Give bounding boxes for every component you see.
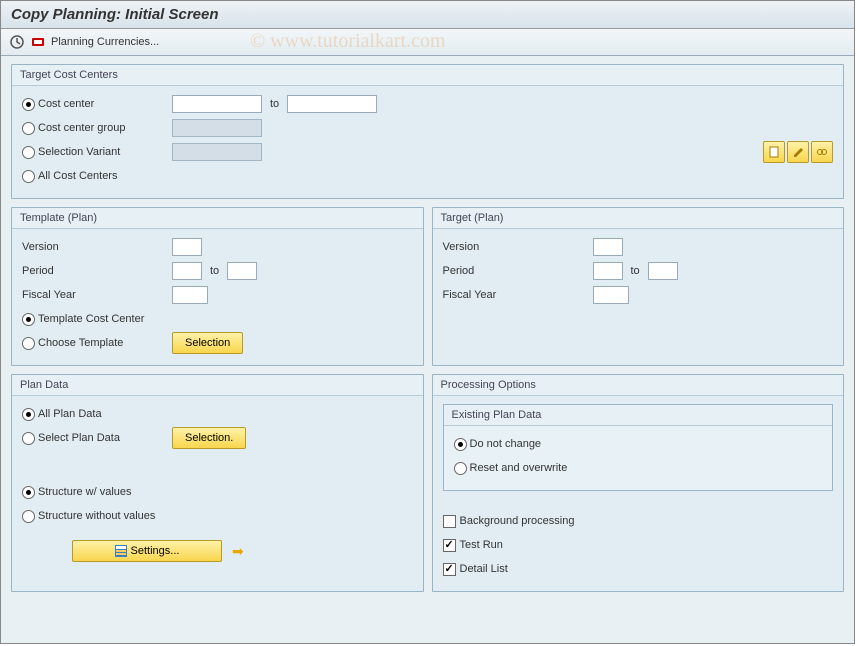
template-cc-label: Template Cost Center <box>38 313 144 325</box>
template-cc-radio[interactable] <box>22 313 35 326</box>
existing-plan-data-title: Existing Plan Data <box>444 405 833 426</box>
test-run-checkbox[interactable] <box>443 539 456 552</box>
cost-center-group-input <box>172 119 262 137</box>
select-plan-data-label: Select Plan Data <box>38 432 120 444</box>
all-plan-data-label: All Plan Data <box>38 408 102 420</box>
tpl-version-input[interactable] <box>172 238 202 256</box>
arrow-right-icon: ➡ <box>232 543 244 560</box>
choose-template-label: Choose Template <box>38 337 123 349</box>
struct-with-label: Structure w/ values <box>38 486 132 498</box>
template-plan-title: Template (Plan) <box>12 208 423 229</box>
settings-button[interactable]: Settings... <box>72 540 222 562</box>
settings-button-label: Settings... <box>131 545 180 557</box>
reset-overwrite-radio[interactable] <box>454 462 467 475</box>
selection-button[interactable]: Selection <box>172 332 243 354</box>
detail-list-label: Detail List <box>460 563 508 575</box>
planning-currencies-link[interactable]: Planning Currencies... <box>51 36 159 48</box>
detail-list-checkbox[interactable] <box>443 563 456 576</box>
target-plan-group: Target (Plan) Version Period to Fiscal Y… <box>432 207 845 366</box>
page-title: Copy Planning: Initial Screen <box>1 1 854 29</box>
processing-options-title: Processing Options <box>433 375 844 396</box>
cost-center-label: Cost center <box>38 98 94 110</box>
tpl-fiscal-year-label: Fiscal Year <box>22 289 76 301</box>
tpl-period-label: Period <box>22 265 54 277</box>
test-run-label: Test Run <box>460 539 503 551</box>
currency-icon[interactable] <box>30 34 46 50</box>
do-not-change-radio[interactable] <box>454 438 467 451</box>
toolbar: Planning Currencies... <box>1 29 854 56</box>
selection-variant-radio[interactable] <box>22 146 35 159</box>
cost-center-radio[interactable] <box>22 98 35 111</box>
background-checkbox[interactable] <box>443 515 456 528</box>
existing-plan-data-group: Existing Plan Data Do not change Reset a… <box>443 404 834 491</box>
tpl-period-from-input[interactable] <box>172 262 202 280</box>
selection-variant-input <box>172 143 262 161</box>
tgt-version-input[interactable] <box>593 238 623 256</box>
tgt-period-from-input[interactable] <box>593 262 623 280</box>
selection-variant-label: Selection Variant <box>38 146 120 158</box>
tpl-fiscal-year-input[interactable] <box>172 286 208 304</box>
plan-data-group: Plan Data All Plan Data Select Plan Data <box>11 374 424 592</box>
cost-center-group-label: Cost center group <box>38 122 125 134</box>
choose-template-radio[interactable] <box>22 337 35 350</box>
edit-variant-icon[interactable] <box>787 141 809 163</box>
all-cost-centers-label: All Cost Centers <box>38 170 117 182</box>
tpl-period-to-label: to <box>210 265 219 277</box>
struct-without-label: Structure without values <box>38 510 155 522</box>
struct-with-radio[interactable] <box>22 486 35 499</box>
tgt-version-label: Version <box>443 241 480 253</box>
select-plan-data-radio[interactable] <box>22 432 35 445</box>
tpl-period-to-input[interactable] <box>227 262 257 280</box>
do-not-change-label: Do not change <box>470 438 542 450</box>
target-cost-centers-title: Target Cost Centers <box>12 65 843 86</box>
all-cost-centers-radio[interactable] <box>22 170 35 183</box>
background-label: Background processing <box>460 515 575 527</box>
plan-selection-button[interactable]: Selection. <box>172 427 246 449</box>
processing-options-group: Processing Options Existing Plan Data Do… <box>432 374 845 592</box>
tgt-fiscal-year-input[interactable] <box>593 286 629 304</box>
plan-data-title: Plan Data <box>12 375 423 396</box>
tgt-period-label: Period <box>443 265 475 277</box>
to-label: to <box>270 98 279 110</box>
tpl-version-label: Version <box>22 241 59 253</box>
cost-center-from-input[interactable] <box>172 95 262 113</box>
reset-overwrite-label: Reset and overwrite <box>470 462 568 474</box>
cost-center-group-radio[interactable] <box>22 122 35 135</box>
template-plan-group: Template (Plan) Version Period to Fiscal… <box>11 207 424 366</box>
target-cost-centers-group: Target Cost Centers Cost center to Cost … <box>11 64 844 199</box>
tgt-period-to-label: to <box>631 265 640 277</box>
execute-icon[interactable] <box>9 34 25 50</box>
struct-without-radio[interactable] <box>22 510 35 523</box>
display-variant-icon[interactable] <box>811 141 833 163</box>
tgt-period-to-input[interactable] <box>648 262 678 280</box>
tgt-fiscal-year-label: Fiscal Year <box>443 289 497 301</box>
target-plan-title: Target (Plan) <box>433 208 844 229</box>
cost-center-to-input[interactable] <box>287 95 377 113</box>
create-variant-icon[interactable] <box>763 141 785 163</box>
all-plan-data-radio[interactable] <box>22 408 35 421</box>
